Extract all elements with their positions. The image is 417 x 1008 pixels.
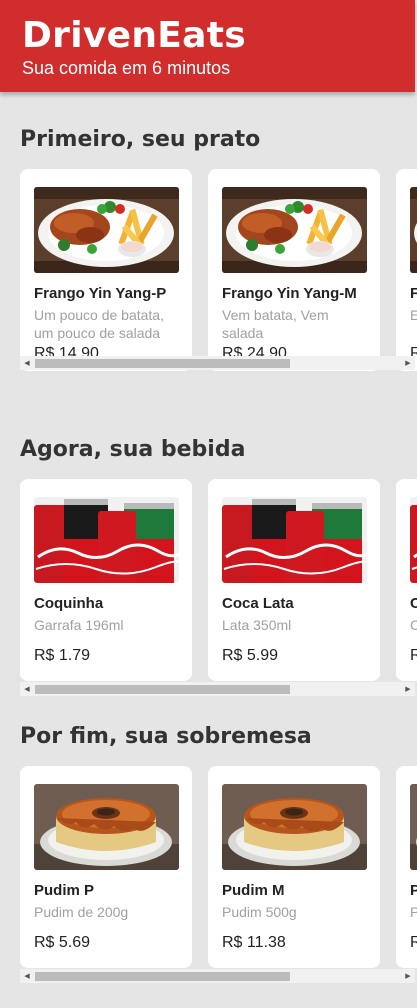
item-description: Pudim 500g (222, 904, 297, 920)
chicken-plate-image (222, 187, 367, 273)
item-price: R (410, 647, 417, 664)
item-price: R$ 1.79 (34, 647, 91, 664)
item-description: E b (410, 307, 417, 323)
item-name: Pudim P (34, 882, 95, 899)
item-name: C (410, 595, 417, 612)
coke-cans-image (34, 497, 179, 583)
menu-item-card[interactable]: Coca Lata Lata 350ml R$ 5.99 (208, 479, 380, 681)
item-description: Vem batata, Vem salada (222, 307, 329, 341)
item-carousel[interactable]: Pudim P Pudim de 200g R$ 5.69 Pudim M Pu… (20, 766, 417, 992)
item-description: Um pouco de batata, um pouco de salada (34, 307, 164, 341)
item-name: Pudim M (222, 882, 285, 899)
item-description: Garrafa 196ml (34, 617, 124, 633)
item-description: Pudim de 200g (34, 904, 129, 920)
item-name: Frango Yin Yang-P (34, 285, 167, 302)
coke-cans-image (222, 497, 367, 583)
chicken-plate-image (34, 187, 179, 273)
pudding-image (34, 784, 179, 870)
menu-item-card[interactable]: Frango Yin Yang-P Um pouco de batata, um… (20, 169, 192, 371)
section-title: Primeiro, seu prato (20, 127, 261, 152)
coke-cans-image (410, 497, 417, 583)
menu-item-card[interactable]: C C R (396, 479, 417, 681)
section-title: Agora, sua bebida (20, 437, 246, 462)
item-description: P (410, 904, 417, 920)
item-description: Lata 350ml (222, 617, 292, 633)
item-name: F (410, 285, 417, 302)
brand-logo: DrivenEats (22, 15, 247, 56)
scroll-right-arrow-icon[interactable]: ▶ (401, 969, 415, 983)
menu-item-card[interactable]: P P R (396, 766, 417, 968)
scroll-left-arrow-icon[interactable]: ◀ (20, 682, 34, 696)
tagline: Sua comida em 6 minutos (22, 58, 231, 78)
scrollbar-thumb[interactable] (35, 685, 290, 694)
menu-item-card[interactable]: Pudim M Pudim 500g R$ 11.38 (208, 766, 380, 968)
pudding-image (410, 784, 417, 870)
horizontal-scrollbar[interactable]: ◀ ▶ (20, 969, 415, 983)
item-price: R$ 5.99 (222, 647, 279, 664)
item-price: R$ 5.69 (34, 934, 91, 951)
menu-item-card[interactable]: Pudim P Pudim de 200g R$ 5.69 (20, 766, 192, 968)
scroll-right-arrow-icon[interactable]: ▶ (401, 682, 415, 696)
app-header: DrivenEats Sua comida em 6 minutos (0, 0, 415, 92)
horizontal-scrollbar[interactable]: ◀ ▶ (20, 682, 415, 696)
item-price: R (410, 934, 417, 951)
chicken-plate-image (410, 187, 417, 273)
pudding-image (222, 784, 367, 870)
item-carousel[interactable]: Coquinha Garrafa 196ml R$ 1.79 Coca Lata… (20, 479, 417, 705)
scroll-left-arrow-icon[interactable]: ◀ (20, 969, 34, 983)
scroll-right-arrow-icon[interactable]: ▶ (401, 356, 415, 370)
menu-item-card[interactable]: F E b R (396, 169, 417, 371)
item-name: Coquinha (34, 595, 104, 612)
scrollbar-thumb[interactable] (35, 972, 290, 981)
item-description: C (410, 617, 417, 633)
scrollbar-thumb[interactable] (35, 359, 290, 368)
item-name: Coca Lata (222, 595, 294, 612)
menu-item-card[interactable]: Coquinha Garrafa 196ml R$ 1.79 (20, 479, 192, 681)
horizontal-scrollbar[interactable]: ◀ ▶ (20, 356, 415, 370)
item-name: P (410, 882, 417, 899)
item-price: R$ 11.38 (222, 934, 286, 951)
item-name: Frango Yin Yang-M (222, 285, 357, 302)
section-title: Por fim, sua sobremesa (20, 724, 312, 749)
menu-item-card[interactable]: Frango Yin Yang-M Vem batata, Vem salada… (208, 169, 380, 371)
scroll-left-arrow-icon[interactable]: ◀ (20, 356, 34, 370)
